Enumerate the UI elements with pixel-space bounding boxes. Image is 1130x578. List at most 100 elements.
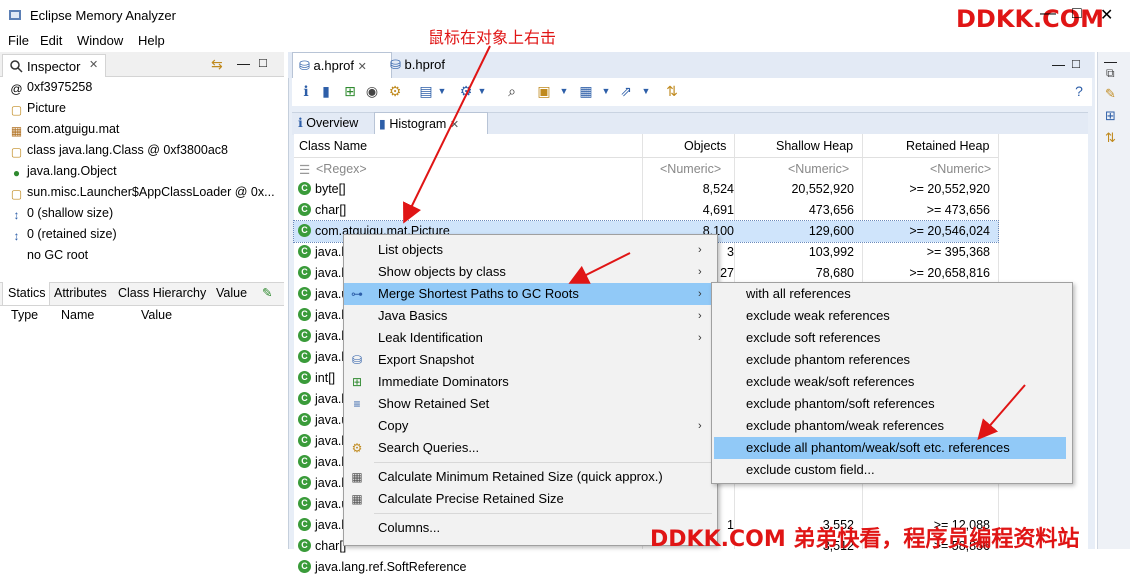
inspector-row[interactable]: ↕ 0 (retained size) — [10, 227, 117, 248]
context-menu-item[interactable]: ▦ Calculate Precise Retained Size — [344, 488, 715, 510]
context-menu-item-label: Merge Shortest Paths to GC Roots — [378, 286, 579, 301]
header-retained-heap[interactable]: Retained Heap — [906, 139, 989, 153]
tab-value[interactable]: Value — [216, 286, 247, 300]
minimize-view-icon[interactable]: — — [237, 56, 250, 71]
tab-overview[interactable]: ℹ Overview — [294, 112, 362, 134]
inspector-row-text: 0 (shallow size) — [27, 206, 114, 220]
chevron-down-icon[interactable]: ▼ — [434, 83, 450, 99]
filter-retained-input[interactable]: <Numeric> — [930, 162, 991, 176]
history-icon[interactable]: ⇅ — [1105, 130, 1116, 146]
inspector-row[interactable]: ↕ 0 (shallow size) — [10, 206, 114, 227]
thread-icon[interactable]: ⚙ — [387, 83, 403, 99]
submenu-item[interactable]: exclude all phantom/weak/soft etc. refer… — [714, 437, 1066, 459]
group-icon[interactable]: ▣ — [536, 83, 552, 99]
context-menu-item[interactable]: List objects › — [344, 239, 715, 261]
inspector-row[interactable]: ▢ Picture — [10, 101, 66, 122]
header-shallow-heap[interactable]: Shallow Heap — [776, 139, 853, 153]
reports-icon[interactable]: ▤ — [418, 83, 434, 99]
size-icon: ↕ — [13, 208, 20, 222]
submenu-item[interactable]: exclude phantom/soft references — [712, 393, 1070, 415]
filter-objects-input[interactable]: <Numeric> — [660, 162, 721, 176]
class-icon: C — [298, 413, 311, 426]
maximize-button[interactable]: □ — [1072, 5, 1082, 23]
filter-shallow-input[interactable]: <Numeric> — [788, 162, 849, 176]
context-menu-item-label: Immediate Dominators — [378, 374, 509, 389]
submenu-item[interactable]: with all references — [712, 283, 1070, 305]
submenu-item[interactable]: exclude phantom/weak references — [712, 415, 1070, 437]
context-menu-item[interactable]: Show objects by class › — [344, 261, 715, 283]
inspector-row[interactable]: ● java.lang.Object — [10, 164, 117, 185]
col-type: Type — [11, 308, 39, 322]
link-sync-icon[interactable]: ⇆ — [211, 56, 223, 73]
context-menu-item[interactable]: ⛁ Export Snapshot — [344, 349, 715, 371]
context-menu-item[interactable]: Copy › — [344, 415, 715, 437]
menu-help[interactable]: Help — [138, 33, 165, 48]
tab-a-hprof[interactable]: ⛁ a.hprof ✕ — [292, 52, 392, 79]
chevron-right-icon: › — [698, 420, 702, 432]
submenu-item[interactable]: exclude phantom references — [712, 349, 1070, 371]
notes-icon[interactable]: ✎ — [1105, 86, 1116, 102]
submenu-item[interactable]: exclude custom field... — [712, 459, 1070, 481]
info-icon[interactable]: ℹ — [298, 83, 314, 99]
inspector-tab-close-icon[interactable]: ✕ — [89, 58, 98, 71]
export-icon[interactable]: ⇗ — [618, 83, 634, 99]
chevron-down-icon[interactable]: ▼ — [474, 83, 490, 99]
filter-class-input[interactable]: <Regex> — [316, 162, 367, 176]
help-icon[interactable]: ? — [1071, 83, 1087, 99]
oql-icon[interactable]: ◉ — [364, 83, 380, 99]
pin-icon[interactable]: ✎ — [262, 285, 272, 300]
editor-maximize-icon[interactable]: □ — [1072, 56, 1080, 71]
chevron-down-icon[interactable]: ▼ — [638, 83, 654, 99]
tab-inspector[interactable]: Inspector ✕ — [2, 54, 106, 77]
editor-minimize-icon[interactable]: — — [1052, 57, 1065, 72]
header-class-name[interactable]: Class Name — [299, 139, 367, 153]
tab-b-hprof[interactable]: ⛁ b.hprof — [384, 52, 466, 78]
paths-icon: ⊶ — [351, 287, 363, 301]
editor-toolbar — [292, 78, 1092, 106]
inspector-row[interactable]: ▢ sun.misc.Launcher$AppClassLoader @ 0x..… — [10, 185, 275, 206]
tab-a-hprof-close-icon[interactable]: ✕ — [358, 61, 367, 73]
inspector-row[interactable]: ▦ com.atguigu.mat — [10, 122, 120, 143]
navigator-icon[interactable]: ⊞ — [1105, 108, 1116, 124]
tab-attributes[interactable]: Attributes — [54, 286, 107, 300]
cell-class-name: java.l — [315, 518, 345, 532]
query-browser-icon[interactable]: ⚙ — [458, 83, 474, 99]
inspector-row[interactable]: no GC root — [10, 248, 88, 269]
context-menu-item[interactable]: ≡ Show Retained Set — [344, 393, 715, 415]
chevron-down-icon[interactable]: ▼ — [556, 83, 572, 99]
tab-class-hierarchy[interactable]: Class Hierarchy — [118, 286, 206, 300]
context-menu-item[interactable]: ▦ Calculate Minimum Retained Size (quick … — [344, 466, 715, 488]
maximize-view-icon[interactable]: □ — [259, 55, 267, 70]
context-menu-item[interactable]: ⊶ Merge Shortest Paths to GC Roots › — [344, 283, 715, 305]
inspector-row[interactable]: @0xf3975258 — [10, 80, 92, 101]
close-button[interactable]: ✕ — [1100, 5, 1113, 25]
menu-file[interactable]: File — [8, 33, 29, 48]
context-menu-item[interactable]: ⊞ Immediate Dominators — [344, 371, 715, 393]
context-menu-item[interactable]: Java Basics › — [344, 305, 715, 327]
inspector-row[interactable]: ▢ class java.lang.Class @ 0xf3800ac8 — [10, 143, 228, 164]
submenu-item[interactable]: exclude weak/soft references — [712, 371, 1070, 393]
tab-histogram-label: Histogram — [389, 117, 447, 131]
context-menu-item[interactable]: Leak Identification › — [344, 327, 715, 349]
cell-class-name: java.l — [315, 308, 345, 322]
chevron-down-icon[interactable]: ▼ — [598, 83, 614, 99]
table-row[interactable]: Cbyte[] 8,524 20,552,920 >= 20,552,920 — [294, 179, 998, 200]
chevron-right-icon: › — [698, 266, 702, 278]
tab-histogram-close-icon[interactable]: ✕ — [450, 119, 459, 131]
table-row[interactable]: Cjava.lang.ref.SoftReference — [294, 557, 998, 578]
header-objects[interactable]: Objects — [684, 139, 726, 153]
context-menu-item[interactable]: ⚙ Search Queries... — [344, 437, 715, 459]
menu-window[interactable]: Window — [77, 33, 123, 48]
restore-icon[interactable]: ⧉ — [1106, 66, 1115, 81]
table-row[interactable]: Cchar[] 4,691 473,656 >= 473,656 — [294, 200, 998, 221]
compare-icon[interactable]: ⇅ — [664, 83, 680, 99]
dominator-tree-icon[interactable]: ⊞ — [342, 83, 358, 99]
submenu-item[interactable]: exclude soft references — [712, 327, 1070, 349]
minimize-button[interactable]: — — [1040, 5, 1056, 23]
columns-icon[interactable]: ▦ — [578, 83, 594, 99]
histogram-icon[interactable]: ▮ — [318, 83, 334, 99]
tab-histogram[interactable]: ▮ Histogram ✕ — [374, 112, 488, 135]
search-icon[interactable]: ⌕ — [504, 83, 520, 99]
submenu-item[interactable]: exclude weak references — [712, 305, 1070, 327]
menu-edit[interactable]: Edit — [40, 33, 62, 48]
